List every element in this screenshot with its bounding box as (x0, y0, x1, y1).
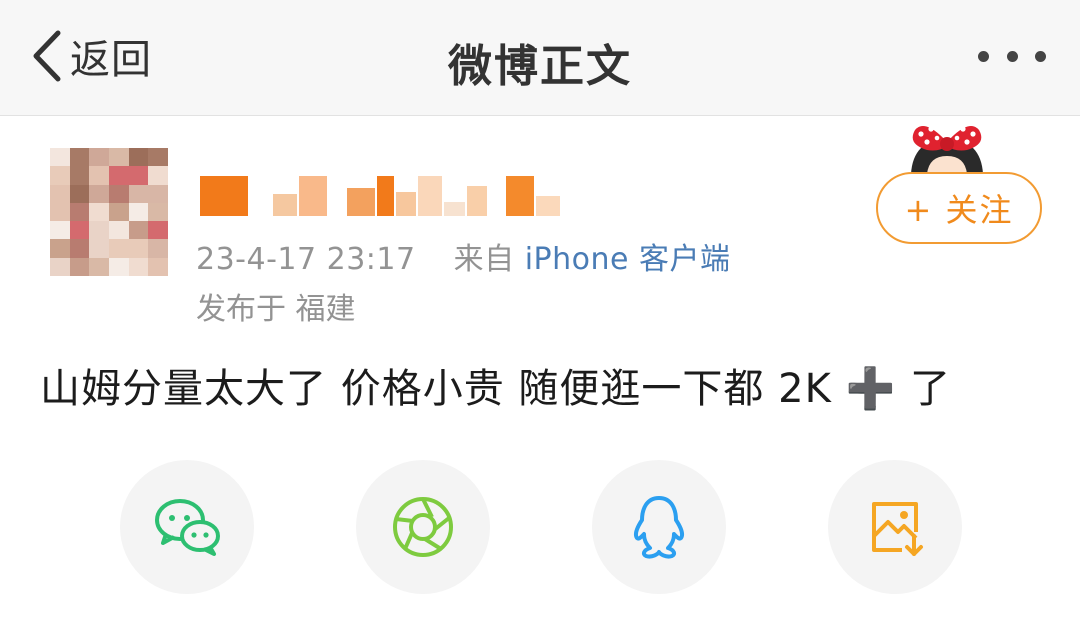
post-source[interactable]: iPhone 客户端 (525, 242, 731, 277)
nav-bar: 返回 微博正文 (0, 0, 1080, 116)
share-save-image-button[interactable] (828, 460, 962, 594)
avatar[interactable] (50, 148, 168, 276)
post-meta: 23-4-17 23:17 来自 iPhone 客户端 (196, 234, 731, 278)
more-dots-icon[interactable] (978, 48, 1046, 64)
qq-icon (633, 496, 685, 559)
share-moments-button[interactable] (356, 460, 490, 594)
save-image-icon (872, 502, 923, 556)
follow-button[interactable]: + 关注 (876, 172, 1042, 244)
post-source-prefix: 来自 (453, 242, 515, 277)
share-qq-button[interactable] (592, 460, 726, 594)
username-pixelated[interactable] (200, 176, 560, 216)
post-text: 山姆分量太大了 价格小贵 随便逛一下都 2K ➕ 了 (40, 366, 952, 412)
share-wechat-button[interactable] (120, 460, 254, 594)
page-title: 微博正文 (448, 41, 632, 92)
wechat-icon (155, 499, 220, 556)
moments-icon (393, 497, 453, 557)
post-location: 发布于 福建 (196, 292, 356, 327)
minnie-bow-decoration-icon (911, 126, 983, 174)
post-timestamp: 23-4-17 23:17 (196, 242, 416, 277)
